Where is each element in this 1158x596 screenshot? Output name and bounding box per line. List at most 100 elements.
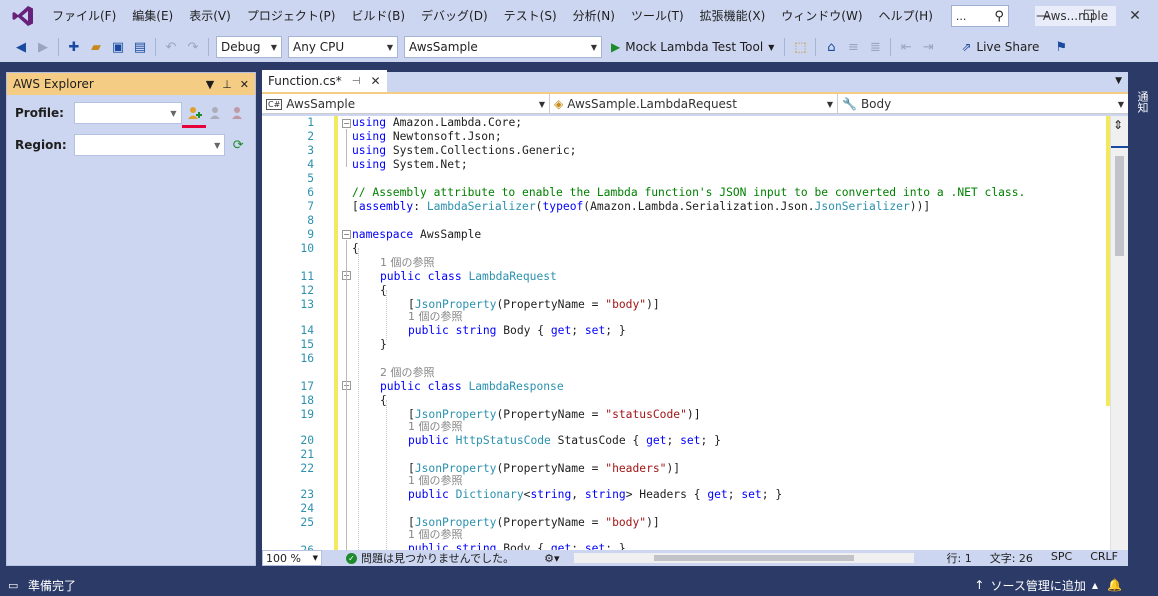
codelens-reference-count[interactable]: 1 個の参照 bbox=[408, 310, 463, 324]
code-line: using Newtonsoft.Json; bbox=[352, 130, 502, 143]
menu-item[interactable]: ヘルプ(H) bbox=[871, 0, 941, 32]
undo-icon[interactable]: ↶ bbox=[161, 37, 181, 57]
menu-item[interactable]: デバッグ(D) bbox=[413, 0, 496, 32]
line-number: 16 bbox=[300, 352, 314, 365]
comment-icon[interactable]: ≡ bbox=[843, 37, 863, 57]
uncomment-icon[interactable]: ≣ bbox=[865, 37, 885, 57]
feedback-icon[interactable]: ⚑ bbox=[1051, 37, 1071, 57]
minimize-button[interactable]: — bbox=[1020, 0, 1066, 32]
codelens-reference-count[interactable]: 2 個の参照 bbox=[380, 366, 435, 380]
visual-studio-logo-icon[interactable] bbox=[8, 1, 38, 31]
menu-item[interactable]: ビルド(B) bbox=[343, 0, 413, 32]
nav-member-value: Body bbox=[860, 97, 892, 111]
fold-guide bbox=[346, 240, 347, 550]
tab-overflow-icon[interactable]: ▼ bbox=[1115, 76, 1122, 86]
home-icon[interactable]: ⌂ bbox=[821, 37, 841, 57]
panel-dropdown-icon[interactable]: ▼ bbox=[206, 78, 214, 91]
close-tab-icon[interactable]: ✕ bbox=[370, 74, 380, 88]
search-box[interactable]: ... ⚲ bbox=[950, 5, 1009, 27]
fold-guide bbox=[346, 129, 347, 167]
code-cleanup-icon[interactable]: ⚙▾ bbox=[544, 552, 559, 565]
menu-item[interactable]: プロジェクト(P) bbox=[239, 0, 344, 32]
menu-item[interactable]: ファイル(F) bbox=[44, 0, 124, 32]
edit-profile-icon[interactable] bbox=[207, 104, 225, 122]
chevron-up-icon: ▲ bbox=[1091, 580, 1098, 590]
code-text-area[interactable]: 1 2 3 4 5 6 7 8 9 10 11 12 13 14 15 16 17 18 19 20 21 22 23 24 2… bbox=[262, 116, 1128, 550]
source-control-label: ソース管理に追加 bbox=[990, 578, 1086, 593]
platform-value: Any CPU bbox=[293, 40, 345, 54]
refresh-icon[interactable]: ⟳ bbox=[229, 136, 247, 154]
chevron-down-icon: ▼ bbox=[826, 99, 833, 109]
change-tracking-bar bbox=[334, 116, 338, 550]
scrollbar-thumb[interactable] bbox=[1115, 156, 1124, 256]
menu-item[interactable]: 拡張機能(X) bbox=[692, 0, 774, 32]
split-editor-icon[interactable]: ⇕ bbox=[1113, 118, 1123, 132]
forward-icon[interactable]: ▶ bbox=[33, 37, 53, 57]
pin-tab-icon[interactable]: ⊣ bbox=[352, 76, 361, 87]
arrow-up-icon: ↑ bbox=[974, 578, 985, 592]
browser-link-icon[interactable]: ⬚ bbox=[790, 37, 810, 57]
menu-item[interactable]: 編集(E) bbox=[124, 0, 181, 32]
scrollbar-thumb[interactable] bbox=[653, 555, 854, 561]
notification-bell-icon[interactable]: 🔔 bbox=[1107, 578, 1122, 592]
collapse-usings-icon[interactable]: − bbox=[342, 119, 351, 128]
codelens-reference-count[interactable]: 1 個の参照 bbox=[408, 528, 463, 542]
open-folder-icon[interactable]: ▰ bbox=[86, 37, 106, 57]
toolbar-separator bbox=[815, 38, 817, 56]
run-button[interactable]: ▶ Mock Lambda Test Tool ▼ bbox=[605, 40, 780, 54]
menu-item[interactable]: テスト(S) bbox=[496, 0, 565, 32]
profile-row: Profile: ▼ bbox=[7, 97, 255, 129]
codelens-reference-count[interactable]: 1 個の参照 bbox=[408, 474, 463, 488]
line-number: 12 bbox=[300, 284, 314, 297]
codelens-reference-count[interactable]: 1 個の参照 bbox=[380, 256, 435, 270]
search-icon: ⚲ bbox=[994, 8, 1004, 24]
notifications-side-tab[interactable]: 通知 bbox=[1130, 72, 1150, 132]
redo-icon[interactable]: ↷ bbox=[183, 37, 203, 57]
startup-project-select[interactable]: AwsSample ▼ bbox=[404, 36, 602, 58]
code-line: namespace AwsSample bbox=[352, 228, 482, 241]
type-navigation-select[interactable]: ◈ AwsSample.LambdaRequest ▼ bbox=[550, 94, 838, 114]
chevron-down-icon: ▼ bbox=[386, 42, 393, 52]
delete-profile-icon[interactable] bbox=[229, 104, 247, 122]
outdent-icon[interactable]: ⇤ bbox=[896, 37, 916, 57]
configuration-select[interactable]: Debug ▼ bbox=[216, 36, 282, 58]
search-placeholder: ... bbox=[955, 9, 967, 23]
live-share-button[interactable]: ⇗ Live Share bbox=[961, 40, 1039, 54]
line-ending-indicator[interactable]: CRLF bbox=[1090, 550, 1118, 566]
code-line: public string Body { get; set; } bbox=[408, 542, 626, 550]
zoom-select[interactable]: 100 % ▼ bbox=[262, 550, 322, 566]
play-icon: ▶ bbox=[611, 40, 621, 54]
back-icon[interactable]: ◀ bbox=[11, 37, 31, 57]
menu-item[interactable]: ウィンドウ(W) bbox=[773, 0, 870, 32]
add-to-source-control-button[interactable]: ↑ ソース管理に追加 ▲ bbox=[974, 577, 1098, 594]
output-icon[interactable]: ▭ bbox=[8, 579, 18, 592]
maximize-button[interactable]: ☐ bbox=[1066, 0, 1112, 32]
indent-icon[interactable]: ⇥ bbox=[918, 37, 938, 57]
menu-item[interactable]: 表示(V) bbox=[181, 0, 239, 32]
horizontal-scrollbar[interactable] bbox=[573, 553, 914, 563]
menu-item[interactable]: ツール(T) bbox=[623, 0, 692, 32]
vertical-scrollbar[interactable]: ⇕ bbox=[1110, 116, 1128, 550]
region-select[interactable]: ▼ bbox=[73, 134, 226, 156]
menu-item[interactable]: 分析(N) bbox=[565, 0, 623, 32]
issues-indicator[interactable]: ✓ 問題は見つかりませんでした。 bbox=[346, 550, 514, 566]
member-navigation-select[interactable]: 🔧 Body ▼ bbox=[838, 94, 1128, 114]
new-project-icon[interactable]: ✚ bbox=[64, 37, 84, 57]
close-window-button[interactable]: ✕ bbox=[1112, 0, 1158, 32]
project-navigation-select[interactable]: C# AwsSample ▼ bbox=[262, 94, 550, 114]
whitespace-indicator[interactable]: SPC bbox=[1051, 550, 1072, 566]
tab-function-cs[interactable]: Function.cs* ⊣ ✕ bbox=[262, 70, 387, 92]
line-number: 4 bbox=[307, 158, 314, 171]
pin-icon[interactable]: ⊥ bbox=[222, 78, 232, 91]
platform-select[interactable]: Any CPU ▼ bbox=[288, 36, 398, 58]
code-line: // Assembly attribute to enable the Lamb… bbox=[352, 186, 1026, 199]
collapse-namespace-icon[interactable]: − bbox=[342, 230, 351, 239]
add-profile-icon[interactable] bbox=[181, 104, 206, 128]
navigation-bar: C# AwsSample ▼ ◈ AwsSample.LambdaRequest… bbox=[262, 94, 1128, 114]
close-panel-icon[interactable]: ✕ bbox=[240, 78, 249, 91]
tab-label: Function.cs* bbox=[268, 74, 342, 88]
save-all-icon[interactable]: ▤ bbox=[130, 37, 150, 57]
save-icon[interactable]: ▣ bbox=[108, 37, 128, 57]
profile-select[interactable]: ▼ bbox=[74, 102, 182, 124]
codelens-reference-count[interactable]: 1 個の参照 bbox=[408, 420, 463, 434]
